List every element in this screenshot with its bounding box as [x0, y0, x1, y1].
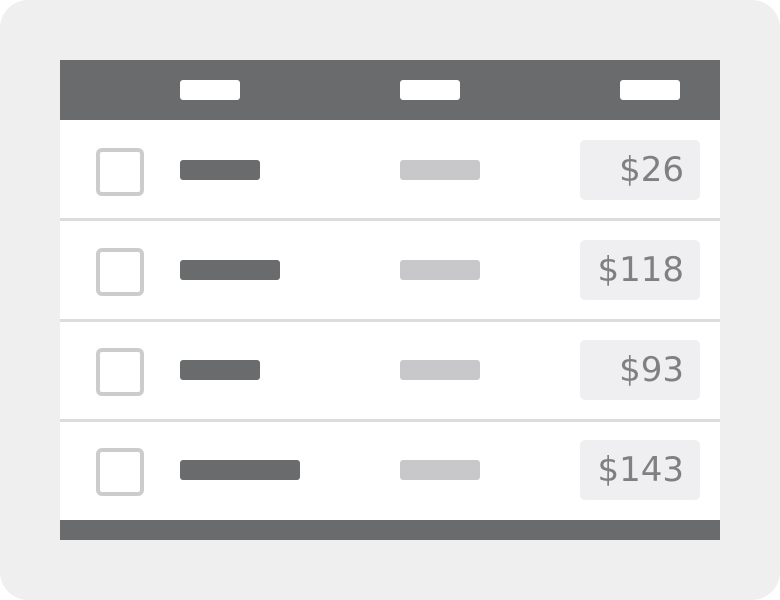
column-header-price-placeholder [620, 80, 680, 100]
table-row[interactable]: $93 [60, 322, 720, 419]
column-header-detail-placeholder [400, 80, 460, 100]
row-name-placeholder [180, 360, 260, 380]
table-row[interactable]: $26 [60, 120, 720, 217]
row-detail-placeholder [400, 160, 480, 180]
row-checkbox[interactable] [96, 348, 144, 396]
row-detail-placeholder [400, 460, 480, 480]
row-price: $93 [580, 340, 700, 400]
row-price: $26 [580, 140, 700, 200]
row-checkbox[interactable] [96, 448, 144, 496]
row-price: $143 [580, 440, 700, 500]
table-row[interactable]: $118 [60, 221, 720, 318]
data-table: $26 $118 $93 $143 [60, 60, 720, 540]
row-checkbox[interactable] [96, 248, 144, 296]
row-detail-placeholder [400, 260, 480, 280]
row-price: $118 [580, 240, 700, 300]
row-checkbox[interactable] [96, 148, 144, 196]
row-detail-placeholder [400, 360, 480, 380]
row-name-placeholder [180, 460, 300, 480]
column-header-name-placeholder [180, 80, 240, 100]
app-frame: $26 $118 $93 $143 [0, 0, 780, 600]
table-header [60, 60, 720, 120]
table-footer [60, 520, 720, 540]
row-name-placeholder [180, 160, 260, 180]
table-row[interactable]: $143 [60, 422, 720, 519]
row-name-placeholder [180, 260, 280, 280]
